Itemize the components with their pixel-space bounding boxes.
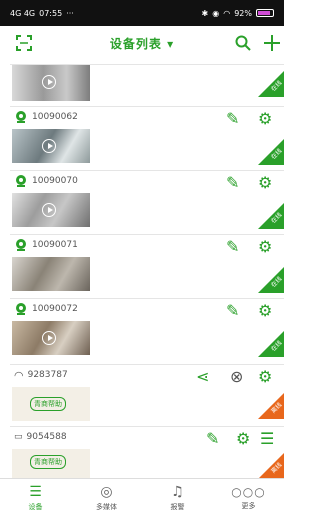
device-header: 10090071	[10, 235, 284, 255]
status-dots: ···	[66, 8, 74, 18]
video-thumbnail[interactable]	[12, 129, 90, 163]
edit-icon[interactable]: ✎	[226, 237, 239, 256]
camera-icon	[16, 175, 26, 187]
nav-devices[interactable]: ☰ 设备	[0, 479, 71, 517]
share-icon[interactable]: ⋖	[196, 367, 209, 386]
wifi-status-icon: ◠	[223, 8, 231, 18]
nav-label: 多媒体	[96, 503, 117, 511]
device-card[interactable]: ◠ 9283787 ⋖ ⊗ ⚙ 青商帮助 离线	[10, 364, 284, 422]
play-icon[interactable]	[42, 331, 56, 345]
add-icon[interactable]	[263, 34, 281, 52]
video-thumbnail[interactable]: 青商帮助	[12, 449, 90, 478]
settings-gear-icon[interactable]: ⚙	[258, 301, 272, 320]
status-time: 07:55	[39, 8, 63, 18]
nav-label: 更多	[241, 502, 256, 510]
device-id: 10090071	[32, 240, 78, 250]
settings-gear-icon[interactable]: ⚙	[258, 109, 272, 128]
video-thumbnail[interactable]	[12, 193, 90, 227]
video-thumbnail[interactable]	[12, 257, 90, 291]
vibrate-icon: ◉	[212, 8, 220, 18]
device-card[interactable]: 10090070 ✎ ⚙ 在线	[10, 170, 284, 232]
device-card[interactable]: 10090071 ✎ ⚙ 在线	[10, 234, 284, 296]
nav-label: 报警	[170, 503, 185, 511]
settings-gear-icon[interactable]: ⚙	[236, 429, 250, 448]
device-id: 10090070	[32, 176, 78, 186]
device-header: 10090070	[10, 171, 284, 191]
camera-icon	[16, 303, 26, 315]
bottom-nav: ☰ 设备 ◎ 多媒体 ♫ 报警 ○○○ 更多	[0, 478, 284, 517]
play-icon[interactable]	[42, 139, 56, 153]
chevron-down-icon: ▾	[167, 36, 175, 51]
settings-gear-icon[interactable]: ⚙	[258, 367, 272, 386]
device-id: 9054588	[26, 432, 67, 442]
device-card[interactable]: 10090072 ✎ ⚙ 在线	[10, 298, 284, 360]
thumb-label: 青商帮助	[30, 455, 66, 469]
shield-icon[interactable]: ⊗	[230, 367, 243, 386]
bluetooth-icon: ✱	[201, 8, 209, 18]
nav-more[interactable]: ○○○ 更多	[213, 479, 284, 517]
camera-icon	[16, 239, 26, 251]
list-icon: ☰	[29, 484, 42, 500]
device-id: 10090072	[32, 304, 78, 314]
edit-icon[interactable]: ✎	[206, 429, 219, 448]
aperture-icon: ◎	[100, 484, 113, 500]
battery-percent: 92%	[234, 8, 252, 18]
video-thumbnail[interactable]: 青商帮助	[12, 387, 90, 421]
edit-icon[interactable]: ✎	[226, 173, 239, 192]
edit-icon[interactable]: ✎	[226, 109, 239, 128]
settings-gear-icon[interactable]: ⚙	[258, 173, 272, 192]
nav-alarm[interactable]: ♫ 报警	[142, 479, 213, 517]
list-icon[interactable]: ☰	[260, 429, 274, 448]
device-id: 9283787	[27, 370, 68, 380]
device-header: 10090072	[10, 299, 284, 319]
page-title: 设备列表	[109, 36, 162, 51]
signal-label: 4G 4G	[10, 8, 36, 18]
top-bar: 设备列表 ▾	[0, 26, 284, 60]
thumb-label: 青商帮助	[30, 397, 66, 411]
device-list: 在线 10090062 ✎ ⚙ 在线 10090070 ✎ ⚙ 在线 10090…	[0, 60, 284, 478]
device-card[interactable]: 10090062 ✎ ⚙ 在线	[10, 106, 284, 168]
more-icon: ○○○	[231, 485, 266, 499]
device-card[interactable]: ▭ 9054588 ✎ ⚙ ☰ 青商帮助 离线	[10, 426, 284, 478]
play-icon[interactable]	[42, 203, 56, 217]
bell-icon: ♫	[171, 484, 184, 500]
search-icon[interactable]	[235, 35, 251, 51]
play-icon[interactable]	[42, 75, 56, 89]
nav-media[interactable]: ◎ 多媒体	[71, 479, 142, 517]
dvr-icon: ▭	[14, 432, 23, 442]
device-id: 10090062	[32, 112, 78, 122]
wifi-icon: ◠	[14, 368, 24, 382]
battery-icon	[256, 9, 274, 17]
status-bar: 4G 4G 07:55 ··· ✱ ◉ ◠ 92%	[0, 0, 284, 26]
device-card[interactable]: 在线	[10, 64, 284, 104]
device-header: 10090062	[10, 107, 284, 127]
edit-icon[interactable]: ✎	[226, 301, 239, 320]
video-thumbnail[interactable]	[12, 65, 90, 101]
video-thumbnail[interactable]	[12, 321, 90, 355]
camera-icon	[16, 111, 26, 123]
nav-label: 设备	[28, 503, 43, 511]
settings-gear-icon[interactable]: ⚙	[258, 237, 272, 256]
